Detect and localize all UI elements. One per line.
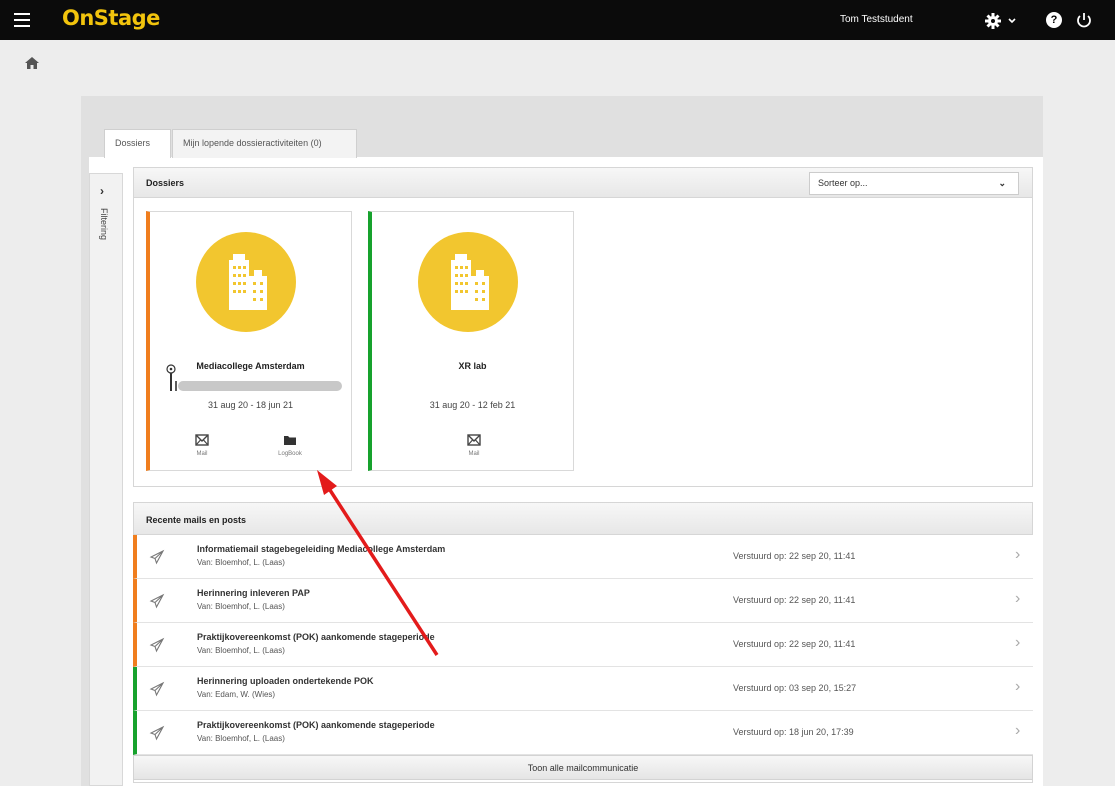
mail-subject: Praktijkovereenkomst (POK) aankomende st… [197, 632, 435, 642]
chevron-right-icon: › [100, 184, 104, 198]
dossier-progress-bar [178, 381, 342, 391]
paper-plane-icon [149, 725, 165, 741]
sort-select[interactable]: Sorteer op... ⌄ [809, 172, 1019, 195]
building-icon [418, 232, 518, 332]
mail-row[interactable]: Praktijkovereenkomst (POK) aankomende st… [133, 711, 1033, 755]
mail-sent-date: Verstuurd op: 03 sep 20, 15:27 [733, 683, 857, 693]
envelope-icon [195, 434, 209, 446]
mail-sent-date: Verstuurd op: 22 sep 20, 11:41 [733, 595, 856, 605]
sort-value: Sorteer op... [818, 178, 868, 188]
mail-sent-date: Verstuurd op: 22 sep 20, 11:41 [733, 639, 856, 649]
mail-button[interactable]: Mail [178, 434, 226, 457]
paper-plane-icon [149, 681, 165, 697]
mail-label: Mail [196, 451, 208, 457]
help-icon[interactable]: ? [1046, 12, 1062, 28]
mail-subject: Praktijkovereenkomst (POK) aankomende st… [197, 720, 435, 730]
dossier-dates: 31 aug 20 - 18 jun 21 [207, 400, 294, 410]
paper-plane-icon [149, 593, 165, 609]
home-button[interactable] [24, 56, 40, 70]
dossier-name: Mediacollege Amsterdam [196, 361, 305, 371]
filter-label: Filtering [99, 208, 109, 241]
mail-sender: Van: Bloemhof, L. (Laas) [197, 558, 285, 567]
mail-row[interactable]: Informatiemail stagebegeleiding Mediacol… [133, 535, 1033, 579]
chevron-right-icon: › [1015, 678, 1021, 695]
home-icon [25, 57, 39, 69]
mail-sender: Van: Edam, W. (Wies) [197, 690, 276, 699]
mails-panel-header: Recente mails en posts [133, 502, 1033, 535]
mail-sender: Van: Bloemhof, L. (Laas) [197, 602, 285, 611]
mail-row[interactable]: Praktijkovereenkomst (POK) aankomende st… [133, 623, 1033, 667]
user-name[interactable]: Tom Teststudent [840, 14, 913, 25]
mail-sent-date: Verstuurd op: 22 sep 20, 11:41 [733, 551, 856, 561]
building-icon [196, 232, 296, 332]
power-icon [1077, 13, 1091, 28]
mail-label: Mail [468, 451, 480, 457]
mail-button[interactable]: Mail [450, 434, 498, 457]
dossier-name: XR lab [458, 361, 487, 371]
mail-sender: Van: Bloemhof, L. (Laas) [197, 734, 285, 743]
dossier-card[interactable]: XR lab 31 aug 20 - 12 feb 21 Mail [368, 211, 574, 471]
filter-panel-toggle[interactable]: › Filtering [89, 173, 123, 786]
mail-subject: Herinnering uploaden ondertekende POK [197, 676, 374, 686]
tab-lopende-activiteiten[interactable]: Mijn lopende dossieractiviteiten (0) [172, 129, 357, 158]
show-all-mails-button[interactable]: Toon alle mailcommunicatie [133, 755, 1033, 780]
gear-icon [985, 13, 1016, 29]
envelope-icon [467, 434, 481, 446]
settings-menu-button[interactable] [985, 12, 1019, 30]
mail-sender: Van: Bloemhof, L. (Laas) [197, 646, 285, 655]
logout-button[interactable] [1075, 11, 1093, 29]
mails-title: Recente mails en posts [146, 515, 247, 525]
chevron-right-icon: › [1015, 590, 1021, 607]
dossier-dates: 31 aug 20 - 12 feb 21 [429, 400, 516, 410]
paper-plane-icon [149, 637, 165, 653]
mail-subject: Herinnering inleveren PAP [197, 588, 310, 598]
tab-dossiers[interactable]: Dossiers [104, 129, 171, 158]
menu-icon[interactable] [14, 13, 30, 27]
logbook-button[interactable]: LogBook [266, 434, 314, 457]
mail-sent-date: Verstuurd op: 18 jun 20, 17:39 [733, 727, 854, 737]
dossier-card[interactable]: Mediacollege Amsterdam 31 aug 20 - 18 ju… [146, 211, 352, 471]
chevron-down-icon: ⌄ [998, 178, 1006, 188]
chevron-right-icon: › [1015, 722, 1021, 739]
chevron-right-icon: › [1015, 546, 1021, 563]
chevron-right-icon: › [1015, 634, 1021, 651]
mail-subject: Informatiemail stagebegeleiding Mediacol… [197, 544, 446, 554]
dossiers-title: Dossiers [146, 178, 185, 188]
mail-row[interactable]: Herinnering uploaden ondertekende POK Va… [133, 667, 1033, 711]
app-logo[interactable]: OnStage [62, 6, 160, 30]
folder-icon [284, 436, 296, 445]
logbook-label: LogBook [278, 451, 302, 457]
top-bar: OnStage Tom Teststudent ? [0, 0, 1115, 40]
mail-row[interactable]: Herinnering inleveren PAP Van: Bloemhof,… [133, 579, 1033, 623]
paper-plane-icon [149, 549, 165, 565]
